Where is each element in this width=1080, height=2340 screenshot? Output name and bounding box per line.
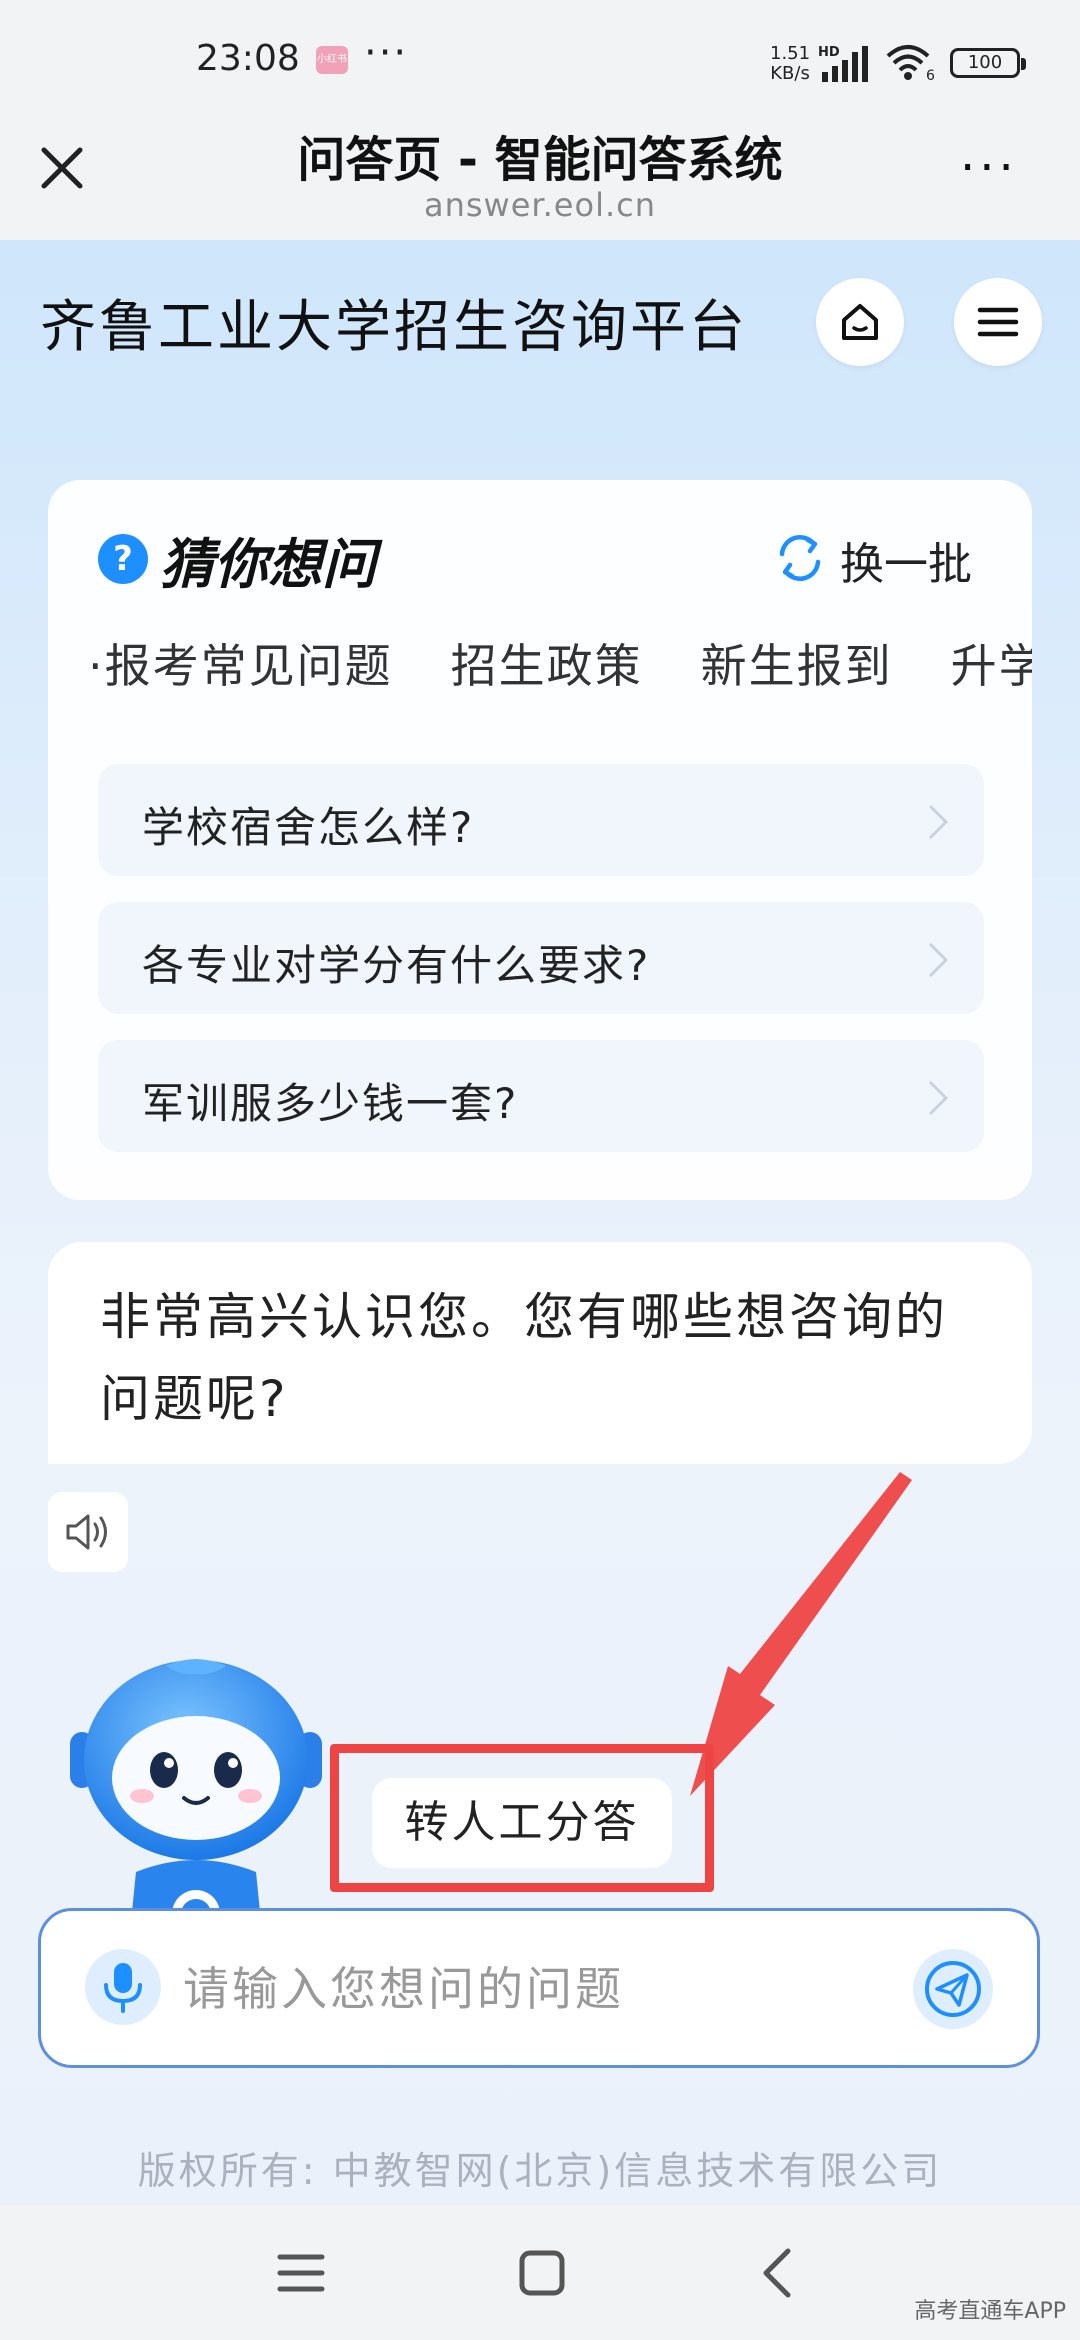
- page-url: answer.eol.cn: [423, 186, 656, 224]
- more-notifications-icon: ···: [364, 30, 409, 76]
- battery-icon: 100: [950, 48, 1026, 78]
- send-button[interactable]: [913, 1949, 993, 2029]
- home-nav-icon[interactable]: [506, 2243, 576, 2303]
- page-title: 问答页 - 智能问答系统: [297, 132, 783, 188]
- browser-title-bar: 问答页 - 智能问答系统 answer.eol.cn ···: [0, 120, 1080, 240]
- voice-input-button[interactable]: [85, 1949, 161, 2025]
- network-speed-value: 1.51: [770, 43, 811, 64]
- system-nav-bar: 高考直通车APP: [0, 2205, 1080, 2340]
- recent-apps-icon[interactable]: [266, 2243, 336, 2303]
- wifi-label: 6: [926, 68, 935, 82]
- copyright-text: 版权所有: 中教智网(北京)信息技术有限公司: [137, 2149, 943, 2193]
- main-content: 齐鲁工业大学招生咨询平台 ? 猜你想问 换一批 ·报考常见问题 招生政策 新生报到: [0, 240, 1080, 2205]
- send-icon: [925, 1961, 981, 2017]
- network-type-label: HD: [818, 45, 840, 60]
- watermark: 高考直通车APP: [914, 2299, 1066, 2324]
- wifi-icon: 6: [886, 45, 935, 82]
- notification-app-icon: 小红书: [316, 46, 348, 74]
- status-time: 23:08: [196, 38, 300, 79]
- status-bar: 23:08 小红书 ··· 1.51 KB/s HD 6 100: [0, 0, 1080, 120]
- network-speed: 1.51 KB/s: [770, 44, 810, 84]
- more-options-button[interactable]: ···: [960, 144, 1030, 192]
- microphone-icon: [104, 1963, 142, 2013]
- network-speed-unit: KB/s: [770, 63, 810, 84]
- question-input[interactable]: [181, 1953, 885, 2025]
- chat-input-bar: [38, 1908, 1040, 2068]
- signal-icon: HD: [818, 45, 868, 82]
- back-icon[interactable]: [744, 2243, 814, 2303]
